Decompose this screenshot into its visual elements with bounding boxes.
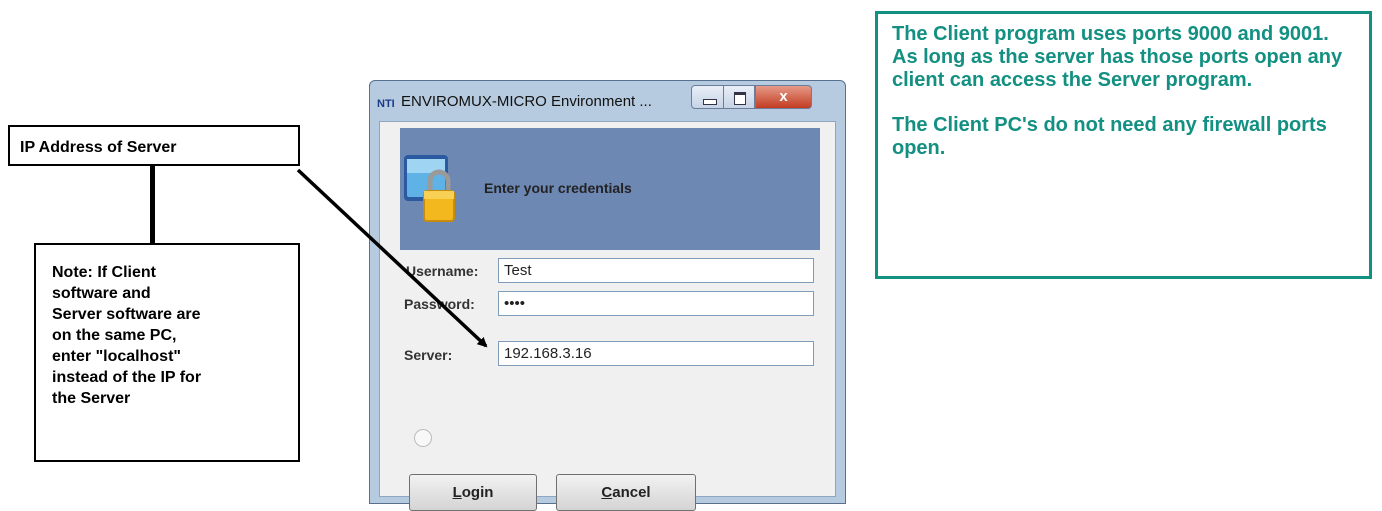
progress-radio-indicator (414, 429, 432, 447)
username-label: Username: (406, 263, 479, 279)
server-label: Server: (404, 347, 453, 363)
ports-info-paragraph: The Client program uses ports 9000 and 9… (892, 23, 1343, 91)
close-button[interactable]: x (755, 85, 812, 109)
title-bar[interactable]: NTI ENVIROMUX-MICRO Environment ... x (370, 81, 845, 121)
server-field[interactable]: 192.168.3.16 (498, 341, 814, 366)
ip-address-callout-text: IP Address of Server (20, 139, 177, 156)
password-field[interactable]: •••• (498, 291, 814, 316)
computer-lock-icon (404, 155, 455, 222)
minimize-button[interactable] (691, 85, 724, 109)
maximize-icon (734, 92, 746, 105)
window-title: ENVIROMUX-MICRO Environment ... (401, 93, 652, 110)
login-button-label: Login (452, 484, 494, 501)
password-label: Password: (404, 296, 475, 312)
nti-logo: NTI (377, 98, 395, 110)
login-button[interactable]: Login (409, 474, 537, 511)
localhost-note-callout: Note: If Client software and Server soft… (34, 243, 300, 462)
username-field[interactable]: Test (498, 258, 814, 283)
callout-connector-line (150, 166, 155, 244)
ports-info-box: The Client program uses ports 9000 and 9… (875, 11, 1372, 279)
minimize-icon (703, 99, 717, 105)
dialog-content: Enter your credentials Username: Test Pa… (379, 121, 836, 511)
close-icon: x (779, 88, 788, 105)
cancel-button-label: Cancel (601, 484, 651, 501)
firewall-info-paragraph: The Client PC's do not need any firewall… (892, 114, 1327, 159)
login-dialog-window: NTI ENVIROMUX-MICRO Environment ... x En… (369, 80, 846, 511)
cancel-button[interactable]: Cancel (556, 474, 696, 511)
ip-address-callout: IP Address of Server (8, 125, 300, 166)
credentials-header-banner: Enter your credentials (400, 128, 820, 250)
localhost-note-text: Note: If Client software and Server soft… (52, 264, 202, 407)
maximize-button[interactable] (723, 85, 755, 109)
credentials-header-text: Enter your credentials (484, 180, 632, 196)
